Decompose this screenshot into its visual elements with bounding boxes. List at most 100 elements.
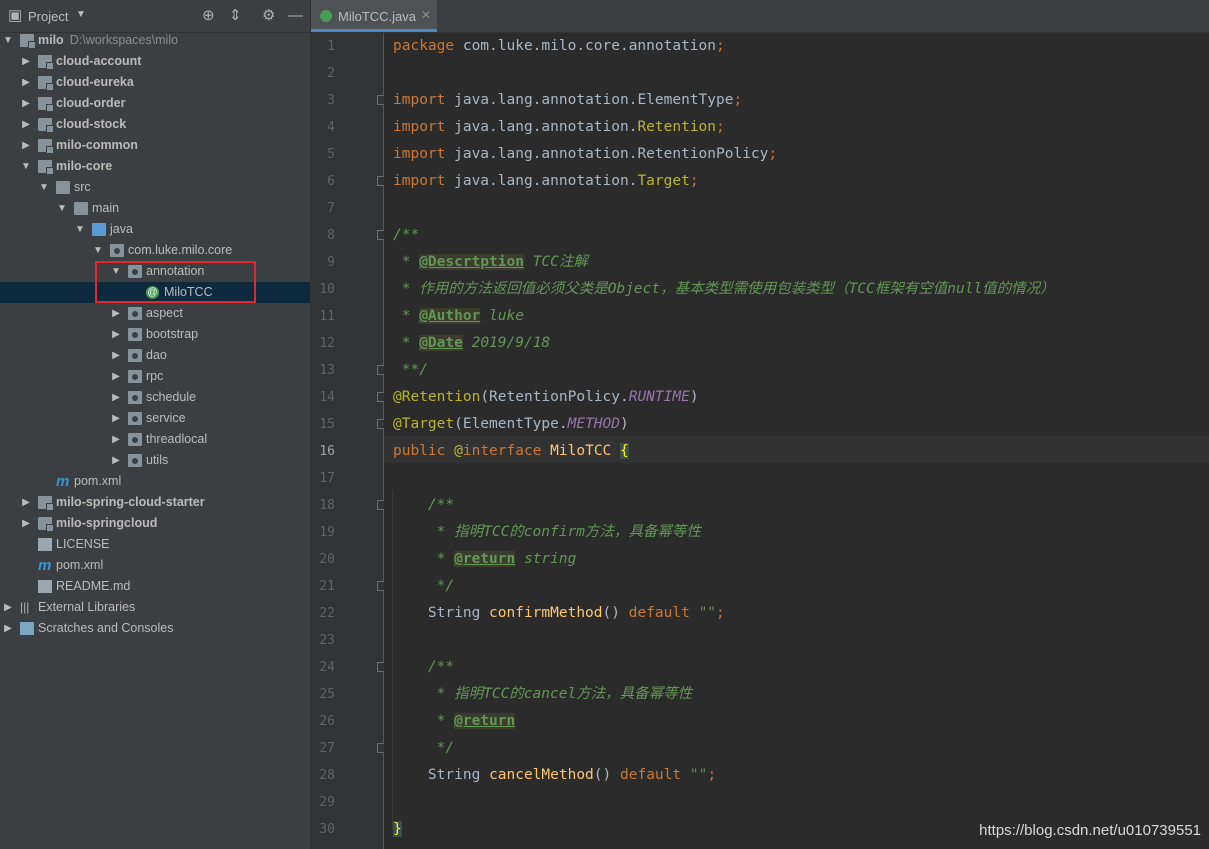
tree-item-label: src <box>74 180 91 194</box>
line-number-gutter[interactable]: 1 2 3 4 5 6 7 8 9 10 11 12 13 14 15 16 17 18 19 20 21 22 23 24 2… <box>311 33 386 849</box>
folder-icon <box>74 202 88 215</box>
collapse-all-icon[interactable]: ⇕ <box>229 6 242 26</box>
code-line-15: @Target(ElementType.METHOD) <box>393 416 629 432</box>
text-file-icon <box>38 538 52 551</box>
tree-item[interactable]: ▶ cloud-eureka <box>0 72 310 93</box>
line-number: 26 <box>319 714 335 729</box>
expand-right-icon[interactable]: ▶ <box>20 93 32 114</box>
editor-tab-bar: MiloTCC.java ✕ <box>311 0 1209 33</box>
expand-right-icon[interactable]: ▶ <box>110 366 122 387</box>
chevron-down-icon[interactable]: ▼ <box>76 9 86 20</box>
line-number: 1 <box>327 39 335 54</box>
line-number: 6 <box>327 174 335 189</box>
tree-item[interactable]: ▶ milo-spring-cloud-starter <box>0 492 310 513</box>
expand-right-icon[interactable]: ▶ <box>20 51 32 72</box>
expand-right-icon[interactable]: ▶ <box>2 618 14 639</box>
tree-item-label: threadlocal <box>146 432 208 446</box>
gear-icon[interactable]: ⚙ <box>262 6 275 26</box>
expand-right-icon[interactable]: ▶ <box>110 345 122 366</box>
module-folder-icon <box>38 55 54 70</box>
code-line-24: /** <box>427 659 455 675</box>
locate-icon[interactable]: ⊕ <box>202 6 215 26</box>
expand-down-icon[interactable]: ▼ <box>92 240 104 261</box>
tree-item[interactable]: ▶ Scratches and Consoles <box>0 618 310 639</box>
code-line-16: public @interface MiloTCC { <box>393 443 629 459</box>
line-number: 13 <box>319 363 335 378</box>
tree-item[interactable]: ▶ ||| External Libraries <box>0 597 310 618</box>
maven-icon: m <box>38 557 52 574</box>
expand-down-icon[interactable]: ▼ <box>2 30 14 51</box>
tree-item[interactable]: ▶ utils <box>0 450 310 471</box>
tree-item[interactable]: ▶ cloud-account <box>0 51 310 72</box>
tree-item[interactable]: ▶ dao <box>0 345 310 366</box>
tree-item-label: milo-spring-cloud-starter <box>56 495 205 509</box>
tree-item-label: cloud-eureka <box>56 75 134 89</box>
tree-item[interactable]: m pom.xml <box>0 471 310 492</box>
project-panel: ▣ Project ▼ ⊕ ⇕ ⚙ — ▼ milo D:\workspaces\m… <box>0 0 311 849</box>
tree-item[interactable]: ▼ main <box>0 198 310 219</box>
tree-item[interactable]: ▼ java <box>0 219 310 240</box>
expand-down-icon[interactable]: ▼ <box>20 156 32 177</box>
expand-right-icon[interactable]: ▶ <box>110 303 122 324</box>
tree-item[interactable]: ▶ aspect <box>0 303 310 324</box>
expand-down-icon[interactable]: ▼ <box>38 177 50 198</box>
code-line-28: String cancelMethod() default ""; <box>393 767 717 783</box>
tree-item[interactable]: ▶ threadlocal <box>0 429 310 450</box>
expand-right-icon[interactable]: ▶ <box>20 513 32 534</box>
tree-item[interactable]: ▼ com.luke.milo.core <box>0 240 310 261</box>
tree-item[interactable]: ▼ src <box>0 177 310 198</box>
line-number: 17 <box>319 471 335 486</box>
tree-item-label: pom.xml <box>56 558 104 572</box>
package-icon <box>128 349 142 362</box>
tree-item[interactable]: README.md <box>0 576 310 597</box>
line-number: 12 <box>319 336 335 351</box>
tree-item-label: cloud-stock <box>56 117 127 131</box>
expand-right-icon[interactable]: ▶ <box>110 450 122 471</box>
tree-item-label: bootstrap <box>146 327 199 341</box>
tree-item-label: schedule <box>146 390 197 404</box>
tree-item[interactable]: LICENSE <box>0 534 310 555</box>
tree-item[interactable]: ▶ rpc <box>0 366 310 387</box>
package-icon <box>128 307 142 320</box>
expand-right-icon[interactable]: ▶ <box>110 324 122 345</box>
source-root-icon <box>92 223 106 236</box>
tree-item[interactable]: ▶ service <box>0 408 310 429</box>
project-view-icon: ▣ <box>8 7 23 24</box>
expand-right-icon[interactable]: ▶ <box>20 135 32 156</box>
tree-item[interactable]: ▶ bootstrap <box>0 324 310 345</box>
tree-item[interactable]: ▶ cloud-stock <box>0 114 310 135</box>
expand-down-icon[interactable]: ▼ <box>74 219 86 240</box>
expand-right-icon[interactable]: ▶ <box>20 72 32 93</box>
expand-right-icon[interactable]: ▶ <box>20 492 32 513</box>
tree-item-label: External Libraries <box>38 600 136 614</box>
tree-item[interactable]: ▶ cloud-order <box>0 93 310 114</box>
tree-item[interactable]: ▼ milo D:\workspaces\milo <box>0 30 310 51</box>
code-editor[interactable]: package com.luke.milo.core.annotation; i… <box>384 33 1209 849</box>
code-line-10: * 作用的方法返回值必须父类是Object，基本类型需使用包装类型（TCC框架有… <box>393 281 1055 297</box>
project-panel-title[interactable]: Project <box>28 9 68 24</box>
code-line-30: } <box>393 821 402 837</box>
tree-item[interactable]: ▶ schedule <box>0 387 310 408</box>
tree-item[interactable]: ▶ milo-springcloud <box>0 513 310 534</box>
close-icon[interactable]: ✕ <box>421 8 431 22</box>
module-folder-icon <box>38 160 54 175</box>
tree-item[interactable]: m pom.xml <box>0 555 310 576</box>
tree-item[interactable]: ▼ milo-core <box>0 156 310 177</box>
expand-right-icon[interactable]: ▶ <box>110 387 122 408</box>
tree-item-label: aspect <box>146 306 183 320</box>
expand-right-icon[interactable]: ▶ <box>110 429 122 450</box>
tab-milotcc-java[interactable]: MiloTCC.java ✕ <box>311 0 437 32</box>
expand-right-icon[interactable]: ▶ <box>20 114 32 135</box>
expand-right-icon[interactable]: ▶ <box>2 597 14 618</box>
tree-item-label: com.luke.milo.core <box>128 243 233 257</box>
project-panel-header: ▣ Project ▼ ⊕ ⇕ ⚙ — <box>0 0 310 33</box>
expand-right-icon[interactable]: ▶ <box>110 408 122 429</box>
code-line-9: * @Descrtption TCC注解 <box>393 254 588 270</box>
tree-item-label: LICENSE <box>56 537 110 551</box>
expand-down-icon[interactable]: ▼ <box>56 198 68 219</box>
module-folder-icon <box>38 76 54 91</box>
tree-item[interactable]: ▶ milo-common <box>0 135 310 156</box>
hide-icon[interactable]: — <box>288 6 303 26</box>
code-line-13: **/ <box>393 362 428 378</box>
code-line-6: import java.lang.annotation.Target; <box>393 173 699 189</box>
